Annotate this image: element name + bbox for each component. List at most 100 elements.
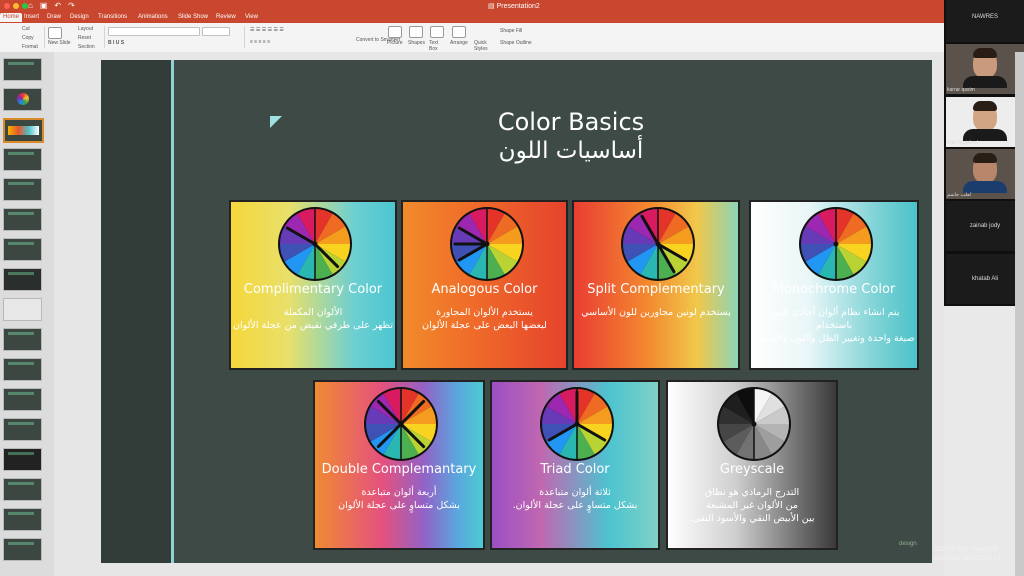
slide-thumbnail[interactable] [3, 328, 42, 351]
tab-slide-show[interactable]: Slide Show [178, 14, 208, 20]
new-slide-button[interactable]: New Slide [48, 40, 71, 46]
card-description-line: يتم انشاء نظام ألوان أحادي اللون باستخدا… [768, 307, 900, 331]
format-painter-button[interactable]: Format [22, 44, 38, 50]
color-card-mono[interactable]: Monochrome Color يتم انشاء نظام ألوان أحا… [749, 200, 919, 370]
slide-thumbnail-active[interactable] [3, 118, 44, 143]
card-description: أربعة ألوان متباعدة بشكل متساوٍ على عجلة … [315, 486, 483, 512]
color-card-complimentary[interactable]: Complimentary Color الألوان المكملة تظهر ع… [229, 200, 397, 370]
card-title: Monochrome Color [772, 282, 896, 297]
section-button[interactable]: Section [78, 44, 95, 50]
slide-thumbnail[interactable] [3, 148, 42, 171]
slide-thumbnail[interactable] [3, 238, 42, 261]
participant-name: khatab Ali [971, 276, 999, 282]
font-size-field[interactable] [202, 27, 230, 36]
layout-button[interactable]: Layout [78, 26, 93, 32]
tab-animations[interactable]: Animations [138, 14, 168, 20]
color-card-grey[interactable]: Greyscale التدرج الرمادي هو نطاق من الألوا… [666, 380, 838, 550]
card-title: Split Complementary [587, 282, 725, 297]
shape-outline-button[interactable]: Shape Outline [500, 40, 532, 46]
cut-button[interactable]: Cut [22, 26, 30, 32]
card-description-line: ثلاثة ألوان متباعدة [539, 487, 611, 498]
slide-thumbnail-panel[interactable] [0, 52, 54, 576]
card-description: التدرج الرمادي هو نطاق من الألوان غير الم… [668, 486, 836, 525]
participant-tile[interactable]: karrar qasim [946, 44, 1024, 94]
participant-tile[interactable]: NAWRES [946, 0, 1024, 42]
slide-thumbnail[interactable] [3, 268, 42, 291]
font-name-field[interactable] [108, 27, 200, 36]
card-description-line: لبعضها البعض على عجلة الألوان [422, 320, 547, 331]
close-icon[interactable] [4, 3, 10, 9]
slide-thumbnail[interactable] [3, 478, 42, 501]
participant-tile[interactable]: zainab jody [946, 201, 1024, 251]
picture-button[interactable]: Picture [387, 40, 403, 46]
color-card-split[interactable]: Split Complementary يستخدم لونين مجاورين … [572, 200, 740, 370]
color-card-triad[interactable]: Triad Color ثلاثة ألوان متباعدة بشكل متساو… [490, 380, 660, 550]
reset-button[interactable]: Reset [78, 35, 91, 41]
tab-transitions[interactable]: Transitions [98, 14, 127, 20]
slide-thumbnail[interactable] [3, 538, 42, 561]
tab-review[interactable]: Review [216, 14, 236, 20]
document-title-text: Presentation2 [496, 3, 540, 10]
slide-thumbnail[interactable] [3, 388, 42, 411]
picture-icon[interactable] [388, 26, 402, 38]
shape-fill-button[interactable]: Shape Fill [500, 28, 522, 34]
window-controls [4, 3, 28, 9]
slide-thumbnail[interactable] [3, 418, 42, 441]
card-description-line: بشكل متساوٍ على عجلة الألوان. [512, 500, 638, 511]
text-box-button[interactable]: Text Box [429, 40, 445, 52]
home-icon[interactable]: ⌂ [28, 1, 33, 10]
slide-thumbnail[interactable] [3, 508, 42, 531]
participant-name: NAWRES [971, 14, 999, 20]
new-slide-icon[interactable] [48, 27, 62, 39]
slide-title-english[interactable]: Color Basics [441, 108, 701, 136]
arrange-icon[interactable] [452, 26, 466, 38]
tab-insert[interactable]: Insert [24, 14, 39, 20]
tab-design[interactable]: Design [70, 14, 89, 20]
text-box-icon[interactable] [430, 26, 444, 38]
ribbon-toolbar: Cut Copy Format New Slide Layout Reset S… [0, 23, 944, 53]
ribbon-divider [244, 26, 245, 48]
slide[interactable]: Color Basics أساسيات اللون Complimentary… [101, 60, 932, 563]
tab-draw[interactable]: Draw [47, 14, 61, 20]
paragraph-icons[interactable]: ☰ ☰ ☰ ☰ ☰ ☰ [250, 27, 284, 33]
card-description: الألوان المكملة تظهر على طرفي نقيض من عجل… [231, 306, 395, 332]
slide-title-arabic[interactable]: أساسيات اللون [441, 138, 701, 164]
participants-panel: NAWRES karrar qasim Bakr Mujahed لعلب جاسم z… [944, 0, 1024, 306]
slide-left-band [101, 60, 171, 563]
slide-thumbnail[interactable] [3, 448, 42, 471]
slide-accent-line [171, 60, 174, 563]
slide-thumbnail[interactable] [3, 178, 42, 201]
card-description: يستخدم لونين مجاورين للون الأساسي [574, 306, 738, 319]
slide-thumbnail[interactable] [3, 298, 42, 321]
color-wheel-icon [716, 386, 792, 467]
shapes-icon[interactable] [409, 26, 423, 38]
redo-icon[interactable]: ↷ [68, 1, 75, 10]
color-card-analogous[interactable]: Analogous Color يستخدم الألوان المجاورة لب… [401, 200, 568, 370]
minimize-icon[interactable] [13, 3, 19, 9]
participant-tile[interactable]: khatab Ali [946, 254, 1024, 304]
undo-icon[interactable]: ↶ [54, 1, 61, 10]
bold-button[interactable]: B I U S [108, 40, 124, 46]
card-description-line: أربعة ألوان متباعدة [361, 487, 437, 498]
color-card-double[interactable]: Double Complemantary أربعة ألوان متباعدة ب… [313, 380, 485, 550]
card-description-line: تظهر على طرفي نقيض من عجلة الألوان [233, 320, 393, 331]
arrange-button[interactable]: Arrange [450, 40, 468, 46]
align-icons[interactable]: ≡ ≡ ≡ ≡ ≡ [250, 39, 270, 45]
quick-styles-button[interactable]: Quick Styles [474, 40, 490, 52]
save-icon[interactable]: ▣ [40, 1, 48, 10]
slide-thumbnail[interactable] [3, 208, 42, 231]
slide-thumbnail[interactable] [3, 358, 42, 381]
card-description-line: بين الأبيض النقي والأسود النقي. [689, 513, 815, 524]
card-title: Analogous Color [431, 282, 538, 297]
shapes-button[interactable]: Shapes [408, 40, 425, 46]
participant-tile[interactable]: Bakr Mujahed [946, 97, 1024, 147]
copy-button[interactable]: Copy [22, 35, 34, 41]
slide-thumbnail[interactable] [3, 88, 42, 111]
participant-name: karrar qasim [947, 87, 975, 93]
card-title: Triad Color [540, 462, 610, 477]
tab-home[interactable]: Home [0, 13, 23, 22]
tab-view[interactable]: View [245, 14, 258, 20]
decorative-triangle [270, 116, 282, 128]
slide-thumbnail[interactable] [3, 58, 42, 81]
participant-tile[interactable]: لعلب جاسم [946, 149, 1024, 199]
